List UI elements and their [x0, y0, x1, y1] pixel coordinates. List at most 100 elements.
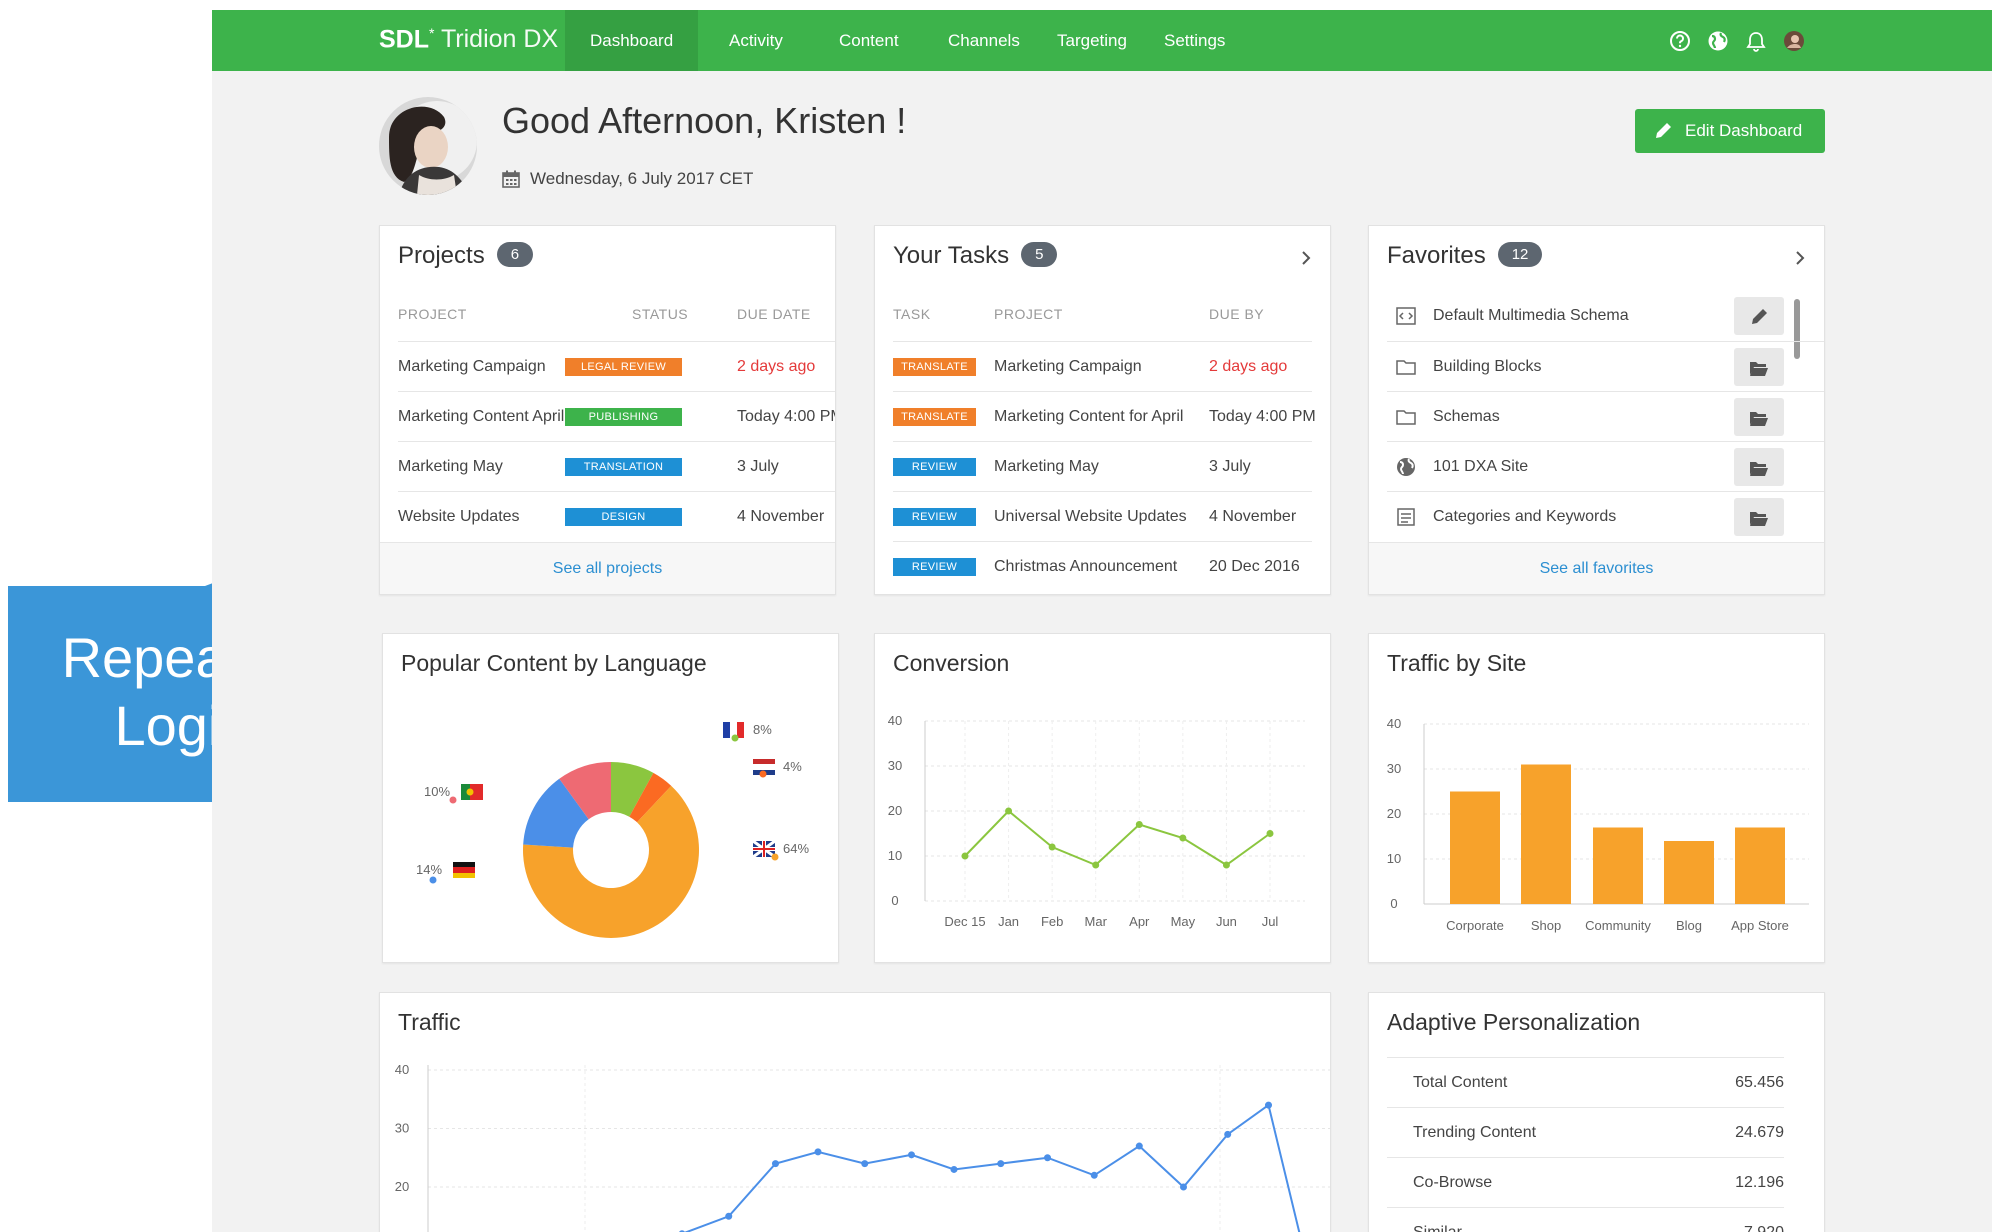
list-item[interactable]: Total Content 65.456: [1387, 1057, 1784, 1107]
list-item[interactable]: Building Blocks: [1387, 341, 1824, 391]
bar: [1521, 764, 1571, 904]
bar: [1735, 827, 1785, 904]
see-all-projects-link[interactable]: See all projects: [380, 542, 835, 594]
conversion-card: Conversion 0 10 20 30 40 Dec 15 Jan Feb Mar Apr Ma…: [874, 633, 1331, 963]
table-row[interactable]: Website Updates DESIGN 4 November: [398, 491, 835, 541]
list-item[interactable]: Trending Content 24.679: [1387, 1107, 1784, 1157]
data-point: [1005, 807, 1013, 815]
project-name: Website Updates: [398, 508, 520, 525]
data-point: [861, 1160, 869, 1168]
nav-targeting[interactable]: Targeting: [1057, 10, 1127, 71]
x-tick-label: Apr: [1129, 914, 1150, 929]
task-badge: REVIEW: [893, 508, 976, 526]
col-due-by: DUE BY: [1209, 306, 1265, 322]
conversion-series-line: [964, 809, 1271, 867]
pencil-icon: [1656, 123, 1671, 138]
list-item[interactable]: Similar 7.920: [1387, 1207, 1784, 1232]
chevron-right-icon[interactable]: [1298, 248, 1314, 268]
open-folder-button[interactable]: [1734, 448, 1784, 486]
nav-channels[interactable]: Channels: [948, 10, 1020, 71]
help-icon[interactable]: [1669, 30, 1691, 52]
list-item[interactable]: Default Multimedia Schema: [1387, 291, 1824, 341]
see-all-favorites-link[interactable]: See all favorites: [1369, 542, 1824, 594]
projects-card: Projects 6 PROJECT STATUS DUE DATE Market…: [379, 225, 836, 595]
tasks-card: Your Tasks 5 TASK PROJECT DUE BY TRANSLAT…: [874, 225, 1331, 595]
task-badge: TRANSLATE: [893, 408, 976, 426]
conversion-title: Conversion: [893, 650, 1010, 676]
bar: [1664, 841, 1714, 904]
task-project: Universal Website Updates: [994, 508, 1187, 525]
y-tick-label: 30: [1387, 761, 1401, 776]
project-due: Today 4:00 PM: [737, 408, 836, 425]
col-due-date: DUE DATE: [737, 306, 811, 322]
y-tick-label: 0: [1390, 896, 1397, 911]
folder-open-icon: [1750, 412, 1768, 426]
traffic-by-site-card: Traffic by Site 0 10 20 30 40 Corporate Shop Co…: [1368, 633, 1825, 963]
table-row[interactable]: REVIEW Christmas Announcement 20 Dec 201…: [893, 541, 1312, 591]
adaptive-title: Adaptive Personalization: [1387, 1009, 1641, 1035]
edit-favorite-button[interactable]: [1734, 297, 1784, 335]
chevron-right-icon[interactable]: [1792, 248, 1808, 268]
pie-slice-label: 10%: [424, 784, 450, 799]
open-folder-button[interactable]: [1734, 348, 1784, 386]
edit-dashboard-label: Edit Dashboard: [1685, 121, 1803, 140]
table-row[interactable]: TRANSLATE Marketing Content for April To…: [893, 391, 1316, 441]
list-item[interactable]: 101 DXA Site: [1387, 441, 1824, 491]
traffic-line-chart: 20 30 40: [395, 1062, 1330, 1232]
pie-slice-label: 64%: [783, 841, 809, 856]
table-row[interactable]: Marketing May TRANSLATION 3 July: [398, 441, 835, 491]
traffic-bar-chart: 0 10 20 30 40 Corporate Shop Community Blog App S…: [1387, 716, 1809, 933]
flag-nl-icon: [753, 759, 775, 764]
col-project: PROJECT: [398, 306, 467, 322]
pie-marker: [449, 796, 457, 804]
edit-dashboard-button[interactable]: Edit Dashboard: [1635, 109, 1825, 153]
open-folder-button[interactable]: [1734, 398, 1784, 436]
table-row[interactable]: Marketing Content April PUBLISHING Today…: [398, 391, 835, 441]
nav-content[interactable]: Content: [839, 10, 899, 71]
list-item[interactable]: Co-Browse 12.196: [1387, 1157, 1784, 1207]
task-badge: REVIEW: [893, 458, 976, 476]
nav-dashboard[interactable]: Dashboard: [565, 10, 699, 71]
pie-label-pt: 10%: [424, 784, 483, 804]
flag-fr-icon: [723, 722, 730, 738]
app-logo[interactable]: SDL* Tridion DX: [379, 25, 558, 54]
pie-label-uk: 64%: [752, 839, 809, 861]
table-row[interactable]: Marketing Campaign LEGAL REVIEW 2 days a…: [398, 341, 835, 391]
table-row[interactable]: TRANSLATE Marketing Campaign 2 days ago: [893, 341, 1312, 391]
traffic-title: Traffic: [398, 1009, 461, 1035]
y-tick-label: 40: [1387, 716, 1401, 731]
data-point: [908, 1151, 915, 1159]
greeting-heading: Good Afternoon, Kristen !: [502, 100, 907, 141]
categories-icon: [1397, 508, 1415, 526]
data-point: [1135, 1142, 1143, 1150]
data-point: [1179, 834, 1187, 842]
y-tick-label: 30: [888, 758, 902, 773]
y-tick-label: 30: [395, 1121, 409, 1136]
bell-icon[interactable]: [1745, 30, 1767, 52]
task-project: Christmas Announcement: [994, 558, 1178, 575]
y-tick-label: 10: [1387, 851, 1401, 866]
project-due: 2 days ago: [737, 358, 816, 375]
data-point: [725, 1212, 733, 1220]
pie-slice-label: 8%: [753, 722, 772, 737]
metric-value: 24.679: [1735, 1124, 1784, 1141]
traffic-by-site-title: Traffic by Site: [1387, 650, 1527, 676]
data-point: [1048, 843, 1056, 851]
table-row[interactable]: REVIEW Marketing May 3 July: [893, 441, 1312, 491]
x-tick-label: Shop: [1531, 918, 1561, 933]
list-item[interactable]: Schemas: [1387, 391, 1824, 441]
x-tick-label: Jan: [998, 914, 1019, 929]
data-point: [1224, 1130, 1232, 1138]
favorite-label: Building Blocks: [1433, 358, 1542, 375]
open-folder-button[interactable]: [1734, 498, 1784, 536]
app-window: SDL* Tridion DX Dashboard Activity Conte…: [212, 10, 1992, 1232]
nav-activity[interactable]: Activity: [729, 10, 783, 71]
data-point: [1222, 861, 1230, 869]
list-item[interactable]: Categories and Keywords: [1387, 491, 1824, 541]
globe-icon[interactable]: [1707, 30, 1729, 52]
user-avatar[interactable]: [1783, 30, 1805, 52]
nav-settings[interactable]: Settings: [1164, 10, 1225, 71]
status-badge: LEGAL REVIEW: [565, 358, 682, 376]
table-row[interactable]: REVIEW Universal Website Updates 4 Novem…: [893, 491, 1312, 541]
pie-label-fr: 8%: [723, 722, 772, 742]
